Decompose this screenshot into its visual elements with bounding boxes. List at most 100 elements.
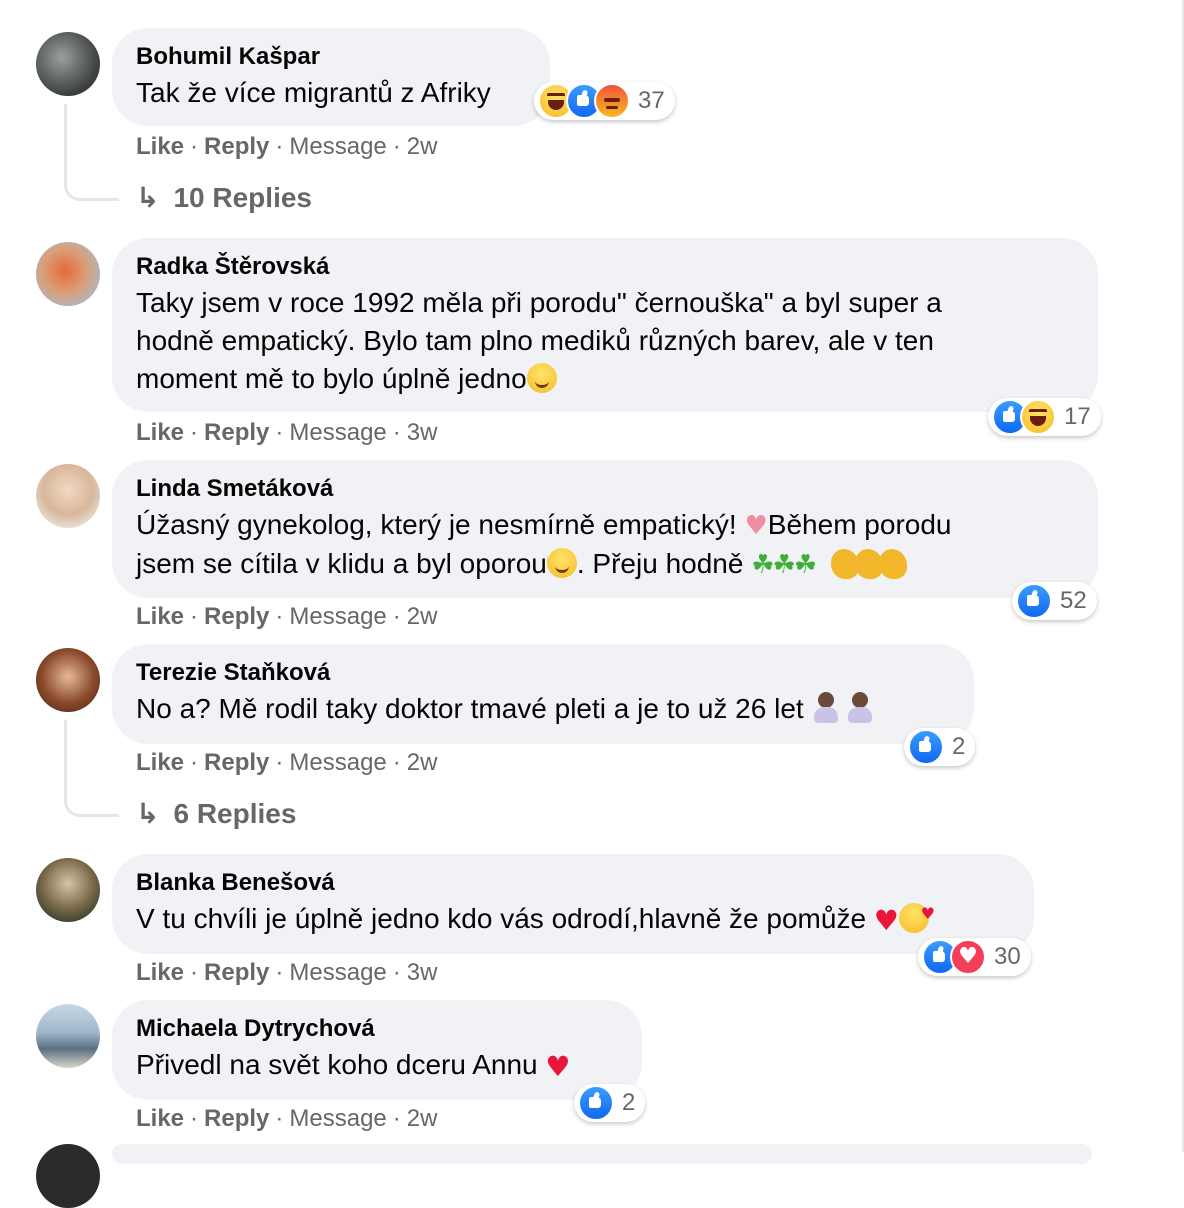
smiling-face-with-hearts-icon (898, 895, 935, 933)
timestamp[interactable]: 3w (407, 419, 438, 446)
comment-text-segment: jsem se cítila v klidu a byl oporou (136, 548, 547, 579)
comment-bubble: Michaela Dytrychová Přivedl na svět koho… (112, 1000, 642, 1100)
replies-label: 10 Replies (173, 182, 312, 213)
comment-text-segment: V tu chvíli je úplně jedno kdo vás odrod… (136, 903, 867, 934)
reaction-count: 2 (622, 1089, 636, 1116)
timestamp[interactable]: 2w (407, 749, 438, 776)
reaction-summary[interactable]: 52 (1012, 582, 1097, 620)
comment-text-segment: . Přeju hodně (576, 548, 752, 579)
comment-text: No a? Mě rodil taky doktor tmavé pleti a… (136, 690, 950, 728)
like-link[interactable]: Like (136, 133, 184, 160)
comment-actions: Like · Reply · Message · 3w (136, 959, 438, 986)
reaction-count: 17 (1064, 403, 1091, 430)
like-link[interactable]: Like (136, 419, 184, 446)
clapping-hands-icon (878, 549, 907, 579)
like-link[interactable]: Like (136, 959, 184, 986)
comment-actions: Like · Reply · Message · 2w (136, 133, 438, 160)
next-comment-bubble (112, 1144, 1092, 1164)
comment-text: Úžasný gynekolog, který je nesmírně empa… (136, 506, 1074, 584)
reply-arrow-icon: ↳ (136, 181, 160, 214)
clover-icon: ☘☘☘ (751, 550, 817, 580)
comment-author[interactable]: Blanka Benešová (136, 868, 1010, 898)
reply-link[interactable]: Reply (204, 419, 269, 446)
heart-icon: ♥ (744, 511, 768, 541)
reply-link[interactable]: Reply (204, 1105, 269, 1132)
comment-text-segment: Během porodu (767, 509, 952, 540)
comment-author[interactable]: Michaela Dytrychová (136, 1014, 618, 1044)
message-link[interactable]: Message (289, 603, 386, 630)
comment-bubble: Bohumil Kašpar Tak že více migrantů z Af… (112, 28, 550, 126)
comment-text: Přivedl na svět koho dceru Annu ♥ (136, 1046, 618, 1086)
comment-bubble: Terezie Staňková No a? Mě rodil taky dok… (112, 644, 974, 744)
grinning-face-icon (526, 363, 557, 393)
reaction-count: 30 (994, 943, 1021, 970)
haha-reaction-icon (1020, 399, 1056, 435)
reaction-summary[interactable]: 17 (988, 398, 1101, 436)
comment-text-line: Taky jsem v roce 1992 měla při porodu" č… (136, 287, 942, 318)
timestamp[interactable]: 2w (407, 1105, 438, 1132)
view-replies-button[interactable]: ↳ 10 Replies (136, 180, 312, 216)
comment-bubble: Linda Smetáková Úžasný gynekolog, který … (112, 460, 1098, 598)
view-replies-button[interactable]: ↳ 6 Replies (136, 796, 296, 832)
reaction-summary[interactable]: 2 (904, 728, 976, 766)
like-link[interactable]: Like (136, 1105, 184, 1132)
message-link[interactable]: Message (289, 749, 386, 776)
message-link[interactable]: Message (289, 419, 386, 446)
message-link[interactable]: Message (289, 959, 386, 986)
reply-link[interactable]: Reply (204, 603, 269, 630)
comment-author[interactable]: Radka Štěrovská (136, 252, 1074, 282)
reaction-summary[interactable]: 2 (574, 1084, 646, 1122)
red-heart-icon: ♥ (545, 1050, 571, 1083)
comment-author[interactable]: Terezie Staňková (136, 658, 950, 688)
like-reaction-icon (578, 1085, 614, 1121)
comment-text-segment: Přivedl na svět koho dceru Annu (136, 1049, 538, 1080)
timestamp[interactable]: 2w (407, 133, 438, 160)
next-comment-avatar[interactable] (36, 1144, 100, 1208)
comment-bubble: Blanka Benešová V tu chvíli je úplně jed… (112, 854, 1034, 954)
avatar[interactable] (36, 1004, 100, 1068)
avatar[interactable] (36, 32, 100, 96)
comment-text: Taky jsem v roce 1992 měla při porodu" č… (136, 284, 1074, 398)
comment-bubble: Radka Štěrovská Taky jsem v roce 1992 mě… (112, 238, 1098, 412)
message-link[interactable]: Message (289, 133, 386, 160)
comment-text-line: moment mě to bylo úplně jedno (136, 363, 527, 394)
thread-line (64, 104, 119, 201)
comment-text: Tak že více migrantů z Afriky (136, 77, 491, 108)
red-heart-icon: ♥ (873, 904, 899, 937)
smiling-face-icon (546, 548, 577, 578)
thread-line (64, 720, 119, 817)
person-shrugging-icon (845, 692, 875, 724)
reaction-count: 37 (638, 87, 665, 114)
comment-actions: Like · Reply · Message · 3w (136, 419, 438, 446)
like-link[interactable]: Like (136, 749, 184, 776)
replies-label: 6 Replies (173, 798, 297, 829)
comment-actions: Like · Reply · Message · 2w (136, 603, 438, 630)
like-reaction-icon (908, 729, 944, 765)
comment-author[interactable]: Linda Smetáková (136, 474, 1074, 504)
person-shrugging-icon (811, 692, 841, 724)
timestamp[interactable]: 2w (407, 603, 438, 630)
comment-text-segment: No a? Mě rodil taky doktor tmavé pleti a… (136, 693, 804, 724)
avatar[interactable] (36, 648, 100, 712)
comment-actions: Like · Reply · Message · 2w (136, 1105, 438, 1132)
comment-text: V tu chvíli je úplně jedno kdo vás odrod… (136, 895, 1010, 940)
love-reaction-icon (950, 939, 986, 975)
avatar[interactable] (36, 858, 100, 922)
reaction-count: 2 (952, 733, 966, 760)
comment-text-segment: Úžasný gynekolog, který je nesmírně empa… (136, 509, 745, 540)
timestamp[interactable]: 3w (407, 959, 438, 986)
avatar[interactable] (36, 242, 100, 306)
comment-author[interactable]: Bohumil Kašpar (136, 42, 526, 72)
avatar[interactable] (36, 464, 100, 528)
reply-link[interactable]: Reply (204, 133, 269, 160)
reply-arrow-icon: ↳ (136, 797, 160, 830)
like-link[interactable]: Like (136, 603, 184, 630)
message-link[interactable]: Message (289, 1105, 386, 1132)
reply-link[interactable]: Reply (204, 959, 269, 986)
reply-link[interactable]: Reply (204, 749, 269, 776)
angry-reaction-icon (594, 83, 630, 119)
comment-actions: Like · Reply · Message · 2w (136, 749, 438, 776)
reaction-summary[interactable]: 30 (918, 938, 1031, 976)
reaction-summary[interactable]: 37 (534, 82, 675, 120)
comment-text-line: hodně empatický. Bylo tam plno mediků rů… (136, 325, 934, 356)
